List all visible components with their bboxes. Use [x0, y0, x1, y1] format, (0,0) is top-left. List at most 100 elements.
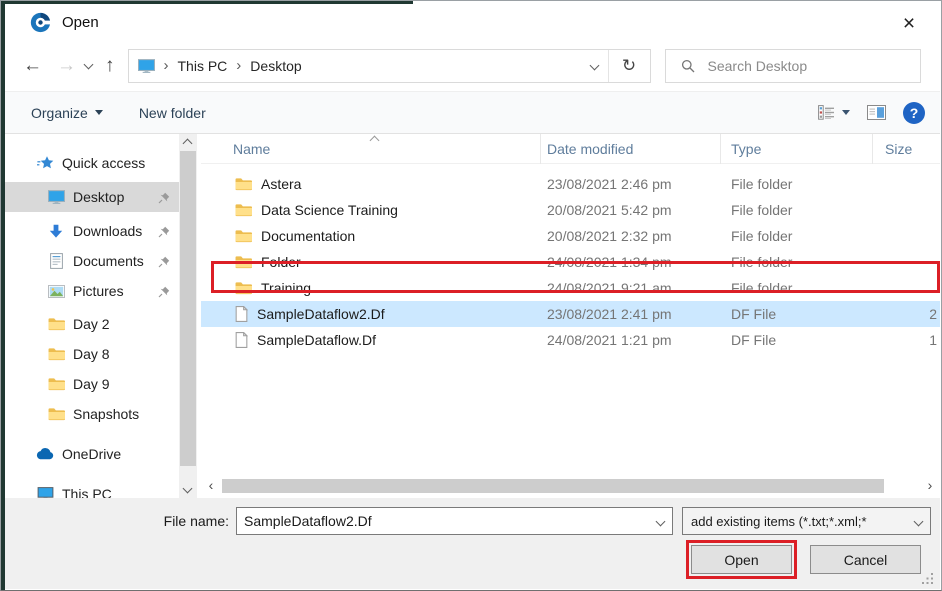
pin-icon	[158, 285, 170, 301]
list-header: Name Date modified Type Size	[201, 134, 940, 164]
scroll-left-icon[interactable]: ‹	[203, 478, 219, 494]
refresh-button[interactable]: ↻	[608, 50, 650, 82]
breadcrumb: › This PC › Desktop	[129, 57, 582, 74]
table-row-training[interactable]: Training 24/08/2021 9:21 am File folder	[201, 275, 940, 301]
table-row-data-science-training[interactable]: Data Science Training 20/08/2021 5:42 pm…	[201, 197, 940, 223]
folder-icon	[235, 255, 252, 269]
breadcrumb-desktop[interactable]: Desktop	[250, 58, 301, 74]
sidebar-scrollbar-thumb[interactable]	[180, 151, 196, 466]
file-date: 24/08/2021 9:21 am	[541, 280, 721, 296]
sidebar-item-downloads[interactable]: Downloads	[5, 216, 179, 246]
sidebar-item-day-2[interactable]: Day 2	[5, 309, 179, 339]
file-type: DF File	[721, 332, 873, 348]
cancel-button[interactable]: Cancel	[810, 545, 921, 574]
file-date: 24/08/2021 1:21 pm	[541, 332, 721, 348]
breadcrumb-separator: ›	[164, 57, 169, 74]
file-type-value: add existing items (*.txt;*.xml;*	[683, 514, 906, 529]
sidebar-item-label: Downloads	[73, 223, 142, 239]
preview-pane-icon[interactable]	[867, 105, 886, 120]
file-list: Name Date modified Type Size Astera 23/0…	[201, 134, 940, 498]
search-icon	[681, 59, 695, 73]
picture-icon	[47, 285, 65, 298]
sidebar-item-quick-access[interactable]: Quick access	[5, 148, 179, 178]
sidebar-item-label: Day 8	[73, 346, 110, 362]
scroll-down-icon[interactable]	[183, 484, 193, 494]
search-placeholder: Search Desktop	[708, 58, 808, 74]
column-header-size[interactable]: Size	[873, 134, 940, 164]
file-icon	[235, 332, 248, 348]
list-rows: Astera 23/08/2021 2:46 pm File folder Da…	[201, 171, 940, 353]
chevron-down-icon	[906, 518, 930, 525]
recent-locations-chevron-icon[interactable]	[84, 59, 94, 69]
sidebar-item-day-9[interactable]: Day 9	[5, 369, 179, 399]
sidebar-item-pictures[interactable]: Pictures	[5, 276, 179, 306]
open-button[interactable]: Open	[691, 545, 792, 574]
sidebar-item-label: OneDrive	[62, 446, 121, 462]
pin-icon	[158, 255, 170, 271]
file-type: File folder	[721, 176, 873, 192]
folder-icon	[47, 317, 65, 331]
sidebar-item-documents[interactable]: Documents	[5, 246, 179, 276]
sidebar-item-snapshots[interactable]: Snapshots	[5, 399, 179, 429]
organize-label: Organize	[31, 105, 88, 121]
back-button[interactable]: ←	[23, 56, 42, 75]
sidebar-item-onedrive[interactable]: OneDrive	[5, 439, 179, 469]
background-app-edge	[1, 1, 5, 591]
chevron-down-icon	[95, 110, 103, 115]
folder-icon	[235, 203, 252, 217]
open-dialog: Open × ← → ↑ › This PC › Desktop ↻	[0, 0, 942, 591]
file-name: Training	[261, 280, 311, 296]
file-type: File folder	[721, 228, 873, 244]
file-name: Folder	[261, 254, 301, 270]
table-row-folder[interactable]: Folder 24/08/2021 1:34 pm File folder	[201, 249, 940, 275]
title-bar: Open ×	[5, 4, 940, 41]
file-type: File folder	[721, 254, 873, 270]
forward-button[interactable]: →	[57, 56, 76, 75]
resize-grip[interactable]	[921, 572, 934, 585]
horizontal-scrollbar-thumb[interactable]	[222, 479, 884, 493]
sidebar-item-label: Desktop	[73, 189, 124, 205]
horizontal-scrollbar[interactable]: ‹ ›	[201, 478, 940, 494]
command-toolbar: Organize New folder	[5, 91, 940, 134]
table-row-sampledataflow[interactable]: SampleDataflow.Df 24/08/2021 1:21 pm DF …	[201, 327, 940, 353]
up-button[interactable]: ↑	[105, 56, 115, 75]
address-bar[interactable]: › This PC › Desktop ↻	[128, 49, 651, 83]
column-header-date-modified[interactable]: Date modified	[541, 134, 721, 164]
column-header-type[interactable]: Type	[721, 134, 873, 164]
sidebar-item-label: Day 9	[73, 376, 110, 392]
table-row-astera[interactable]: Astera 23/08/2021 2:46 pm File folder	[201, 171, 940, 197]
file-name: Astera	[261, 176, 301, 192]
file-name-input[interactable]	[237, 509, 648, 533]
close-button[interactable]: ×	[890, 8, 928, 40]
app-logo-icon	[30, 12, 51, 33]
search-box[interactable]: Search Desktop	[665, 49, 921, 83]
file-type-dropdown[interactable]: add existing items (*.txt;*.xml;*	[682, 507, 931, 535]
file-size: 1	[873, 332, 940, 348]
views-button[interactable]	[818, 105, 850, 120]
sidebar-item-day-8[interactable]: Day 8	[5, 339, 179, 369]
sidebar-item-this-pc[interactable]: This PC	[5, 479, 179, 498]
table-row-documentation[interactable]: Documentation 20/08/2021 2:32 pm File fo…	[201, 223, 940, 249]
document-icon	[47, 253, 65, 269]
table-row-sampledataflow2-selected[interactable]: SampleDataflow2.Df 23/08/2021 2:41 pm DF…	[201, 301, 940, 327]
sidebar-item-label: This PC	[62, 486, 112, 498]
navigation-bar: ← → ↑ › This PC › Desktop ↻	[5, 41, 940, 90]
scroll-up-icon[interactable]	[183, 139, 193, 149]
quick-access-star-icon	[36, 155, 54, 171]
organize-button[interactable]: Organize	[31, 105, 103, 121]
sidebar-scrollbar[interactable]	[179, 134, 197, 498]
address-dropdown-button[interactable]	[582, 62, 608, 69]
chevron-down-icon[interactable]	[648, 518, 672, 525]
sidebar-item-label: Pictures	[73, 283, 124, 299]
pin-icon	[158, 225, 170, 241]
monitor-icon	[47, 190, 65, 204]
breadcrumb-this-pc[interactable]: This PC	[178, 58, 228, 74]
scroll-right-icon[interactable]: ›	[922, 478, 938, 494]
sidebar-item-desktop[interactable]: Desktop	[5, 182, 179, 212]
folder-icon	[235, 177, 252, 191]
new-folder-button[interactable]: New folder	[139, 105, 206, 121]
help-icon[interactable]: ?	[903, 102, 925, 124]
file-name: SampleDataflow2.Df	[257, 306, 385, 322]
file-name-label: File name:	[5, 507, 229, 535]
pin-icon	[158, 191, 170, 207]
